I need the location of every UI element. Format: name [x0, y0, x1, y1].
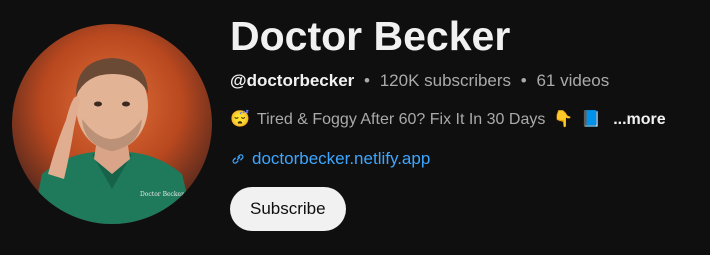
more-link[interactable]: ...more [613, 109, 665, 131]
channel-header: Doctor Becker Doctor Becker @doctorbecke… [0, 0, 710, 255]
svg-text:Doctor Becker: Doctor Becker [140, 191, 184, 198]
meta-separator: • [520, 71, 527, 90]
avatar[interactable]: Doctor Becker [12, 24, 212, 224]
meta-separator: • [364, 71, 370, 90]
channel-handle: @doctorbecker [230, 71, 355, 90]
channel-description[interactable]: 😴 Tired & Foggy After 60? Fix It In 30 D… [230, 109, 700, 131]
sleepy-face-emoji-icon: 😴 [230, 111, 250, 128]
avatar-portrait: Doctor Becker [32, 58, 194, 224]
channel-link-text[interactable]: doctorbecker.netlify.app [252, 148, 430, 170]
channel-meta: @doctorbecker • 120K subscribers • 61 vi… [230, 70, 700, 92]
video-count: 61 videos [536, 71, 610, 90]
subscriber-count: 120K subscribers [379, 71, 512, 90]
description-text: Tired & Foggy After 60? Fix It In 30 Day… [256, 111, 546, 128]
pointing-down-emoji-icon: 👇 [553, 111, 574, 128]
subscribe-button[interactable]: Subscribe [230, 187, 346, 231]
link-icon [232, 154, 244, 164]
blue-book-emoji-icon: 📘 [581, 111, 602, 128]
channel-name: Doctor Becker [230, 13, 511, 59]
channel-info: Doctor Becker @doctorbecker • 120K subsc… [230, 10, 700, 231]
channel-link[interactable]: doctorbecker.netlify.app [230, 148, 700, 170]
